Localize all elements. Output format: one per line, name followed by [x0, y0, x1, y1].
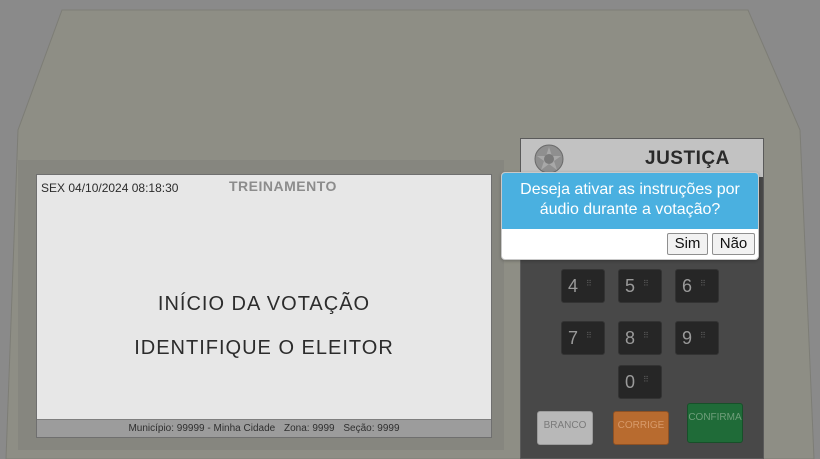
confirma-button[interactable]: CONFIRMA	[687, 403, 743, 443]
dialog-message: Deseja ativar as instruções por áudio du…	[502, 173, 758, 229]
key-6[interactable]: 6 ⠿	[675, 269, 719, 303]
zona-label: Zona: 9999	[283, 423, 335, 434]
training-mode-label: TREINAMENTO	[229, 178, 337, 194]
panel-title: JUSTIÇA	[645, 148, 730, 169]
key-5[interactable]: 5 ⠿	[618, 269, 662, 303]
key-0[interactable]: 0 ⠿	[618, 365, 662, 399]
coat-of-arms-icon	[534, 144, 564, 174]
key-4[interactable]: 4 ⠿	[561, 269, 605, 303]
no-button[interactable]: Não	[712, 233, 755, 255]
secao-label: Seção: 9999	[343, 423, 400, 434]
key-7[interactable]: 7 ⠿	[561, 321, 605, 355]
voting-start-message: INÍCIO DA VOTAÇÃO	[157, 293, 371, 315]
branco-button[interactable]: BRANCO	[537, 411, 593, 445]
voting-screen: SEX 04/10/2024 08:18:30 TREINAMENTO INÍC…	[36, 174, 492, 438]
corrige-button[interactable]: CORRIGE	[613, 411, 669, 445]
screen-footer: Município: 99999 - Minha Cidade Zona: 99…	[37, 419, 491, 437]
identify-voter-message: IDENTIFIQUE O ELEITOR	[134, 337, 394, 359]
datetime-label: SEX 04/10/2024 08:18:30	[41, 181, 179, 195]
audio-instructions-dialog: Deseja ativar as instruções por áudio du…	[501, 172, 759, 260]
key-9[interactable]: 9 ⠿	[675, 321, 719, 355]
municipio-label: Município: 99999 - Minha Cidade	[128, 423, 276, 434]
key-8[interactable]: 8 ⠿	[618, 321, 662, 355]
yes-button[interactable]: Sim	[667, 233, 708, 255]
